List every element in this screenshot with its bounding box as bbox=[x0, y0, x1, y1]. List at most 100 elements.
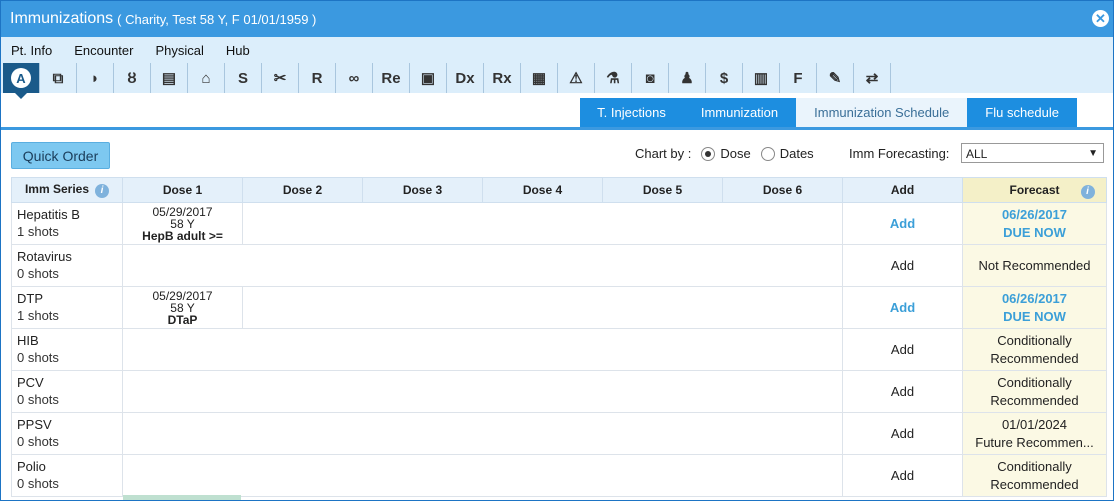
info-icon[interactable]: i bbox=[95, 184, 110, 198]
forecast-line-2: Recommended bbox=[990, 392, 1079, 408]
empty-doses-cell bbox=[242, 286, 843, 329]
shots-count: 0 shots bbox=[17, 350, 59, 365]
syringe-icon[interactable]: ✎ bbox=[817, 63, 854, 93]
stethoscope-icon-glyph: ȣ bbox=[127, 69, 137, 87]
menu-hub[interactable]: Hub bbox=[226, 43, 250, 58]
chart-by-group: Chart by : Dose Dates bbox=[635, 146, 814, 161]
scissors-icon[interactable]: ✂ bbox=[262, 63, 299, 93]
chart-by-label: Chart by : bbox=[635, 146, 692, 161]
dose-1-cell[interactable]: 05/29/2017 58 Y DTaP bbox=[122, 286, 243, 329]
add-dose-link[interactable]: Add bbox=[842, 328, 963, 371]
dose-age: 58 Y bbox=[170, 300, 195, 315]
forecast-line-1: 06/26/2017 bbox=[1001, 290, 1068, 306]
transfer-icon[interactable]: ⇄ bbox=[854, 63, 891, 93]
scissors-icon-glyph: ✂ bbox=[273, 70, 287, 87]
s-icon-glyph: S bbox=[237, 69, 248, 87]
menu-pt-info[interactable]: Pt. Info bbox=[11, 43, 52, 58]
menu-physical[interactable]: Physical bbox=[155, 43, 203, 58]
s-icon[interactable]: S bbox=[225, 63, 262, 93]
ledger-icon[interactable]: ▥ bbox=[743, 63, 780, 93]
dose-1-cell[interactable]: 05/29/2017 58 Y HepB adult >= bbox=[122, 202, 243, 245]
forecast-line-1: Conditionally bbox=[997, 458, 1072, 474]
series-name: HIB bbox=[17, 333, 39, 348]
empty-doses-cell bbox=[122, 370, 843, 413]
empty-doses-cell bbox=[122, 454, 843, 497]
forecast-line-1: Conditionally bbox=[997, 374, 1072, 390]
series-name: Hepatitis B bbox=[17, 207, 80, 222]
rx-icon-glyph: Rx bbox=[492, 69, 512, 87]
forecast-line-1: 01/01/2024 bbox=[1001, 416, 1068, 432]
tab-flu-schedule[interactable]: Flu schedule bbox=[967, 98, 1077, 127]
quick-order-button[interactable]: Quick Order bbox=[11, 142, 110, 169]
r-icon-glyph: R bbox=[311, 69, 323, 87]
rx-icon[interactable]: Rx bbox=[484, 63, 521, 93]
bell-icon[interactable]: ♟ bbox=[669, 63, 706, 93]
forecast-line-2: DUE NOW bbox=[1003, 224, 1066, 240]
dose-radio-label: Dose bbox=[720, 146, 751, 161]
family-icon[interactable]: ⌂ bbox=[188, 63, 225, 93]
immunizations-window: Immunizations ( Charity, Test 58 Y, F 01… bbox=[0, 0, 1114, 501]
col-forecast: Forecast i bbox=[962, 177, 1107, 203]
chart-note-icon[interactable]: ▤ bbox=[151, 63, 188, 93]
shots-count: 1 shots bbox=[17, 224, 59, 239]
tab-strip: T. Injections Immunization Immunization … bbox=[580, 98, 1077, 127]
dose-radio[interactable] bbox=[701, 146, 716, 161]
col-dose-2: Dose 2 bbox=[242, 177, 363, 203]
clipboard-warning-icon-glyph: ⚠ bbox=[569, 70, 583, 87]
add-dose-link[interactable]: Add bbox=[842, 244, 963, 287]
a-circle-icon[interactable]: A bbox=[3, 63, 40, 99]
patient-info: ( Charity, Test 58 Y, F 01/01/1959 ) bbox=[117, 11, 317, 27]
billing-icon[interactable]: $ bbox=[706, 63, 743, 93]
r-icon[interactable]: R bbox=[299, 63, 336, 93]
add-dose-link[interactable]: Add bbox=[842, 286, 963, 329]
close-icon[interactable]: ✕ bbox=[1092, 10, 1109, 27]
table-row: PPSV 0 shots Add 01/01/2024 Future Recommen.… bbox=[11, 412, 1107, 455]
clipboard-warning-icon[interactable]: ⚠ bbox=[558, 63, 595, 93]
billing-icon-glyph: $ bbox=[719, 69, 729, 87]
add-dose-link[interactable]: Add bbox=[842, 370, 963, 413]
calculator-icon[interactable]: ▦ bbox=[521, 63, 558, 93]
forecast-line-2: Future Recommen... bbox=[975, 434, 1094, 450]
empty-doses-cell bbox=[122, 328, 843, 371]
forecast-cell: Conditionally Recommended bbox=[962, 370, 1107, 413]
calculator-icon-glyph: ▦ bbox=[531, 70, 547, 87]
xray-icon[interactable]: ◙ bbox=[632, 63, 669, 93]
tab-immunization[interactable]: Immunization bbox=[682, 98, 797, 127]
forecast-cell: 06/26/2017 DUE NOW bbox=[962, 202, 1107, 245]
menu-bar: Pt. Info Encounter Physical Hub bbox=[1, 37, 1113, 63]
forecast-line-1: Not Recommended bbox=[978, 257, 1091, 273]
add-dose-link[interactable]: Add bbox=[842, 412, 963, 455]
dx-icon[interactable]: Dx bbox=[447, 63, 484, 93]
dose-vaccine: HepB adult >= bbox=[142, 228, 223, 243]
info-icon[interactable]: i bbox=[1080, 185, 1095, 199]
pill-icon[interactable]: ◗ bbox=[77, 63, 114, 93]
tab-t-injections[interactable]: T. Injections bbox=[580, 98, 683, 127]
add-dose-link[interactable]: Add bbox=[842, 454, 963, 497]
add-dose-link[interactable]: Add bbox=[842, 202, 963, 245]
series-name: DTP bbox=[17, 291, 43, 306]
empty-doses-cell bbox=[122, 412, 843, 455]
glasses-icon[interactable]: ∞ bbox=[336, 63, 373, 93]
dose-date: 05/29/2017 bbox=[152, 204, 213, 219]
imm-forecasting-select[interactable]: ALL ▼ bbox=[961, 143, 1104, 163]
dates-radio[interactable] bbox=[760, 146, 775, 161]
re-icon[interactable]: Re bbox=[373, 63, 410, 93]
window-title: Immunizations bbox=[10, 10, 114, 27]
series-cell: PCV 0 shots bbox=[11, 370, 123, 413]
lab-flask-icon[interactable]: ⚗ bbox=[595, 63, 632, 93]
dose-vaccine: DTaP bbox=[167, 312, 198, 327]
forecast-line-1: Conditionally bbox=[997, 332, 1072, 348]
table-row: Rotavirus 0 shots Add Not Recommended bbox=[11, 244, 1107, 287]
tab-immunization-schedule[interactable]: Immunization Schedule bbox=[796, 98, 968, 127]
series-cell: PPSV 0 shots bbox=[11, 412, 123, 455]
forecast-line-2: Recommended bbox=[990, 476, 1079, 492]
series-cell: DTP 1 shots bbox=[11, 286, 123, 329]
bottle-icon[interactable]: ▣ bbox=[410, 63, 447, 93]
stethoscope-icon[interactable]: ȣ bbox=[114, 63, 151, 93]
menu-encounter[interactable]: Encounter bbox=[74, 43, 133, 58]
copy-documents-icon[interactable]: ⧉ bbox=[40, 63, 77, 93]
fs-icon[interactable]: F bbox=[780, 63, 817, 93]
re-icon-glyph: Re bbox=[381, 69, 401, 87]
pill-icon-glyph: ◗ bbox=[90, 69, 100, 87]
empty-doses-cell bbox=[242, 202, 843, 245]
